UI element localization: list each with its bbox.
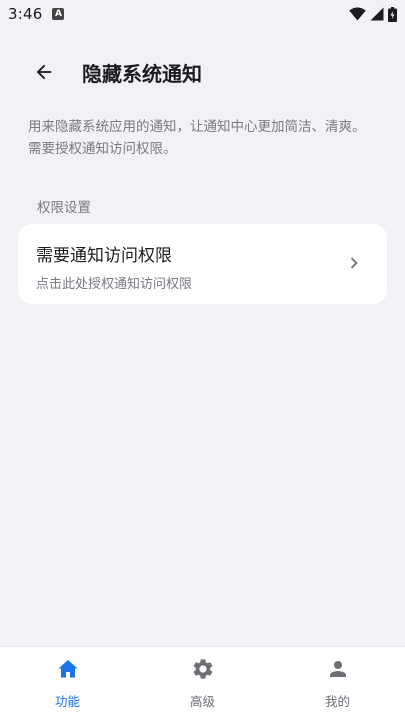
permission-card-title: 需要通知访问权限 bbox=[36, 246, 172, 266]
permission-card-subtitle: 点击此处授权通知访问权限 bbox=[36, 277, 193, 292]
nav-label-profile: 我的 bbox=[324, 694, 350, 709]
page-title: 隐藏系统通知 bbox=[82, 61, 202, 86]
back-button[interactable] bbox=[20, 48, 68, 96]
cellular-signal-icon bbox=[370, 7, 384, 21]
app-bar: 隐藏系统通知 bbox=[0, 44, 405, 100]
notification-app-icon: A bbox=[52, 8, 65, 20]
status-time: 3:46 bbox=[8, 5, 43, 23]
page-description: 用来隐藏系统应用的通知，让通知中心更加简洁、清爽。需要授权通知访问权限。 bbox=[28, 119, 366, 157]
wifi-icon bbox=[349, 7, 366, 21]
nav-label-advanced: 高级 bbox=[189, 694, 215, 709]
battery-icon bbox=[388, 6, 397, 22]
person-icon bbox=[325, 656, 351, 682]
home-icon bbox=[55, 656, 81, 682]
nav-item-features[interactable]: 功能 bbox=[0, 647, 135, 720]
nav-item-advanced[interactable]: 高级 bbox=[135, 647, 270, 720]
nav-label-features: 功能 bbox=[54, 694, 80, 709]
permission-card[interactable]: 需要通知访问权限 点击此处授权通知访问权限 bbox=[18, 224, 387, 304]
gear-icon bbox=[190, 656, 216, 682]
bottom-navigation: 功能 高级 我的 bbox=[0, 646, 405, 720]
status-indicators bbox=[349, 6, 397, 22]
status-bar: 3:46 A bbox=[0, 0, 405, 28]
chevron-right-icon bbox=[350, 257, 358, 269]
nav-item-profile[interactable]: 我的 bbox=[270, 647, 405, 720]
section-label-permissions: 权限设置 bbox=[37, 200, 91, 216]
arrow-left-icon bbox=[36, 64, 52, 80]
